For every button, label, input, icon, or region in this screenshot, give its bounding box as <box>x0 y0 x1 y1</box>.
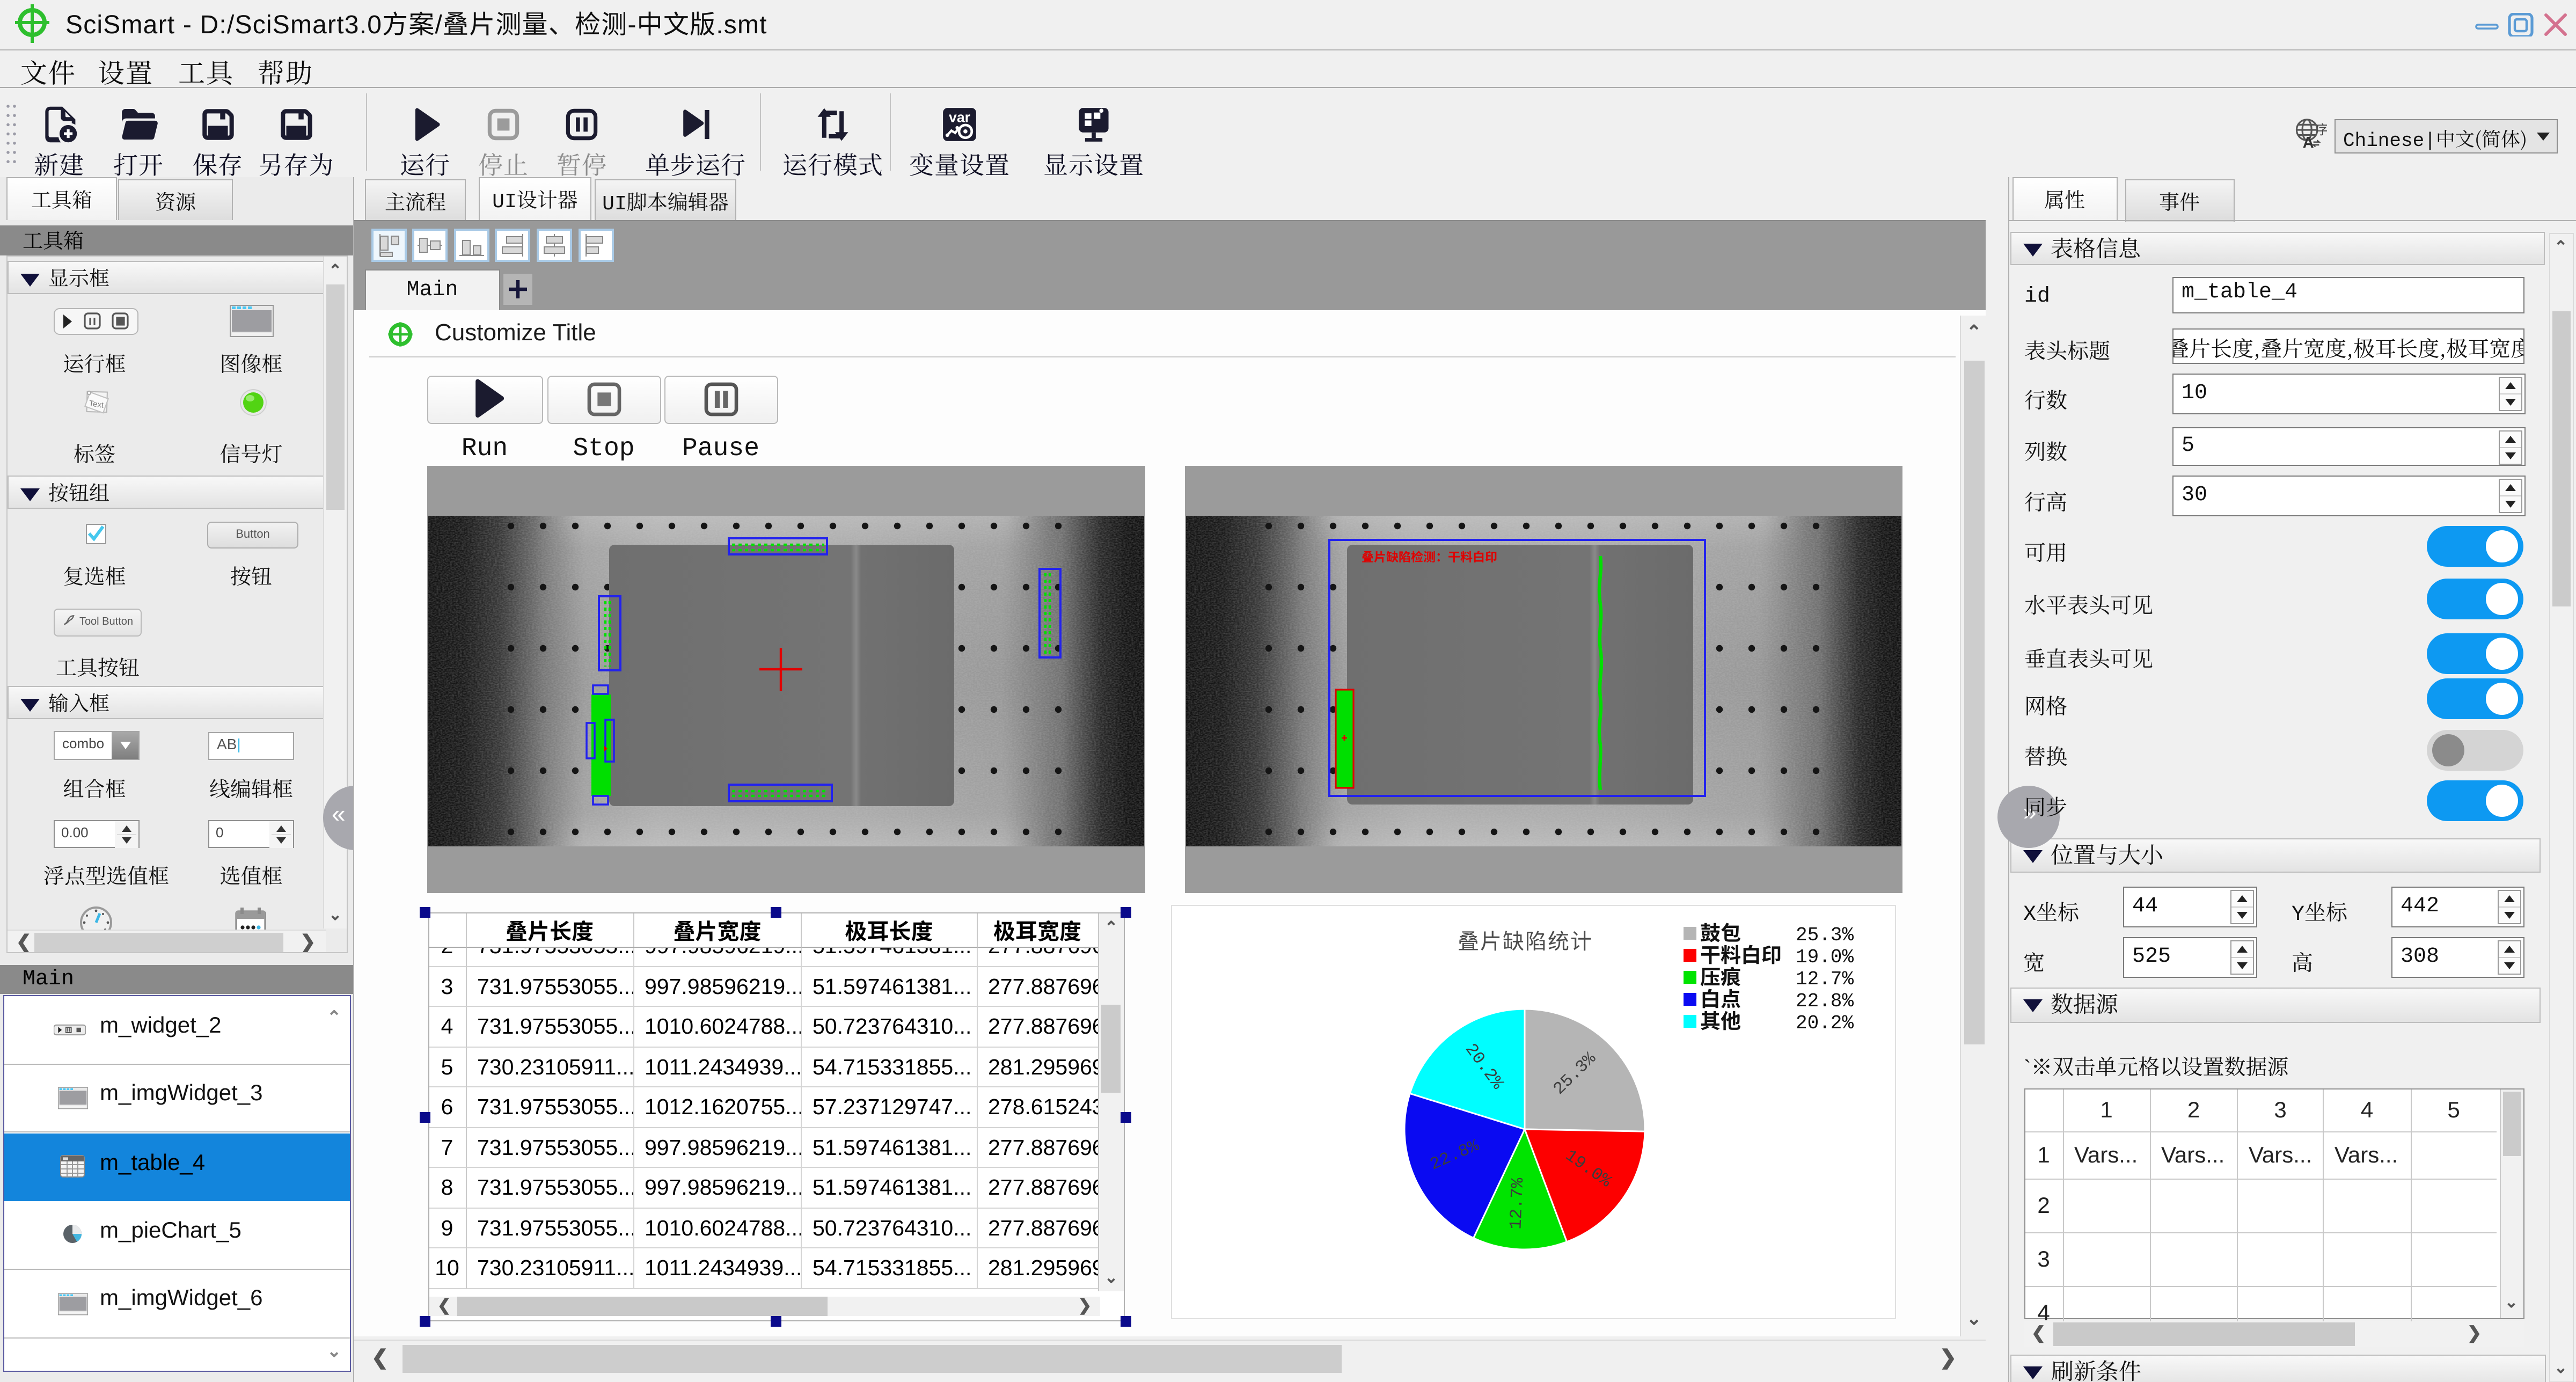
svg-text:25.3%: 25.3% <box>1796 924 1854 946</box>
svg-text:叠片缺陷检测：干料白印: 叠片缺陷检测：干料白印 <box>1362 547 1497 565</box>
svg-text:叠片缺陷统计: 叠片缺陷统计 <box>1458 924 1593 955</box>
svg-text:12.7%: 12.7% <box>1506 1177 1528 1230</box>
svg-text:20.2%: 20.2% <box>1796 1012 1854 1034</box>
svg-text:12.7%: 12.7% <box>1796 968 1854 990</box>
svg-text:19.0%: 19.0% <box>1796 946 1854 968</box>
svg-text:var: var <box>949 108 970 125</box>
svg-text:A: A <box>2303 133 2314 151</box>
svg-text:22.8%: 22.8% <box>1796 990 1854 1012</box>
svg-text:其他: 其他 <box>1700 1005 1741 1034</box>
svg-text:字: 字 <box>2316 122 2327 137</box>
